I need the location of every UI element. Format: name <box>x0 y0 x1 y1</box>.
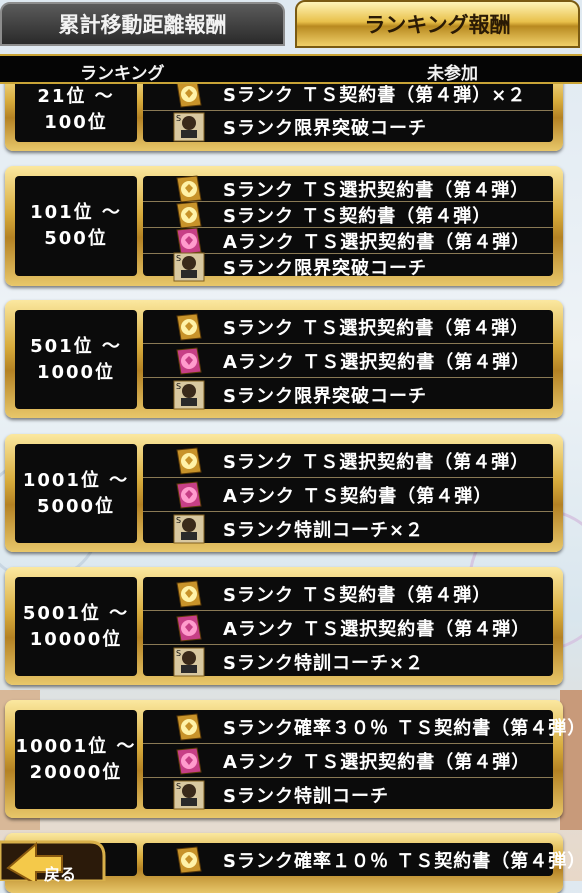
svg-text:S: S <box>176 649 181 658</box>
reward-item: Aランク ＴＳ契約書（第４弾） <box>143 478 553 512</box>
svg-text:S: S <box>176 382 181 391</box>
reward-list: Sランク確率１０％ ＴＳ契約書（第４弾） <box>143 843 582 876</box>
ranking-label: ランキング <box>80 64 165 84</box>
svg-text:S: S <box>176 254 181 263</box>
reward-name: Sランク確率１０％ ＴＳ契約書（第４弾） <box>223 850 582 872</box>
reward-item: Sランク ＴＳ選択契約書（第４弾） <box>143 444 553 478</box>
reward-item: S Sランク限界突破コーチ <box>143 252 553 282</box>
reward-item: S Sランク特訓コーチ <box>143 778 553 811</box>
reward-name: Sランク ＴＳ契約書（第４弾） <box>223 205 492 227</box>
reward-item: Sランク ＴＳ選択契約書（第４弾） <box>143 310 553 344</box>
coach-card-icon: S <box>173 647 205 677</box>
reward-list: Sランク確率３０％ ＴＳ契約書（第４弾） Aランク ＴＳ選択契約書（第４弾） S Sラ… <box>143 710 582 811</box>
reward-item: Sランク ＴＳ契約書（第４弾） <box>143 577 553 611</box>
reward-name: Sランク ＴＳ選択契約書（第４弾） <box>223 451 530 473</box>
reward-name: Aランク ＴＳ契約書（第４弾） <box>223 485 493 507</box>
pink-contract-icon <box>173 346 205 376</box>
reward-item: S Sランク限界突破コーチ <box>143 111 553 143</box>
svg-text:S: S <box>176 114 181 123</box>
coach-card-icon: S <box>173 514 205 544</box>
rank-range: 501位 〜 1000位 <box>15 310 137 409</box>
coach-card-icon: S <box>173 112 205 142</box>
reward-item: S Sランク特訓コーチ×２ <box>143 645 553 678</box>
coach-card-icon: S <box>173 780 205 810</box>
reward-list: Sランク ＴＳ契約書（第４弾）×２ S Sランク限界突破コーチ <box>143 78 553 142</box>
reward-item: Aランク ＴＳ選択契約書（第４弾） <box>143 744 553 778</box>
gold-contract-icon <box>173 579 205 609</box>
reward-name: Sランク限界突破コーチ <box>223 385 427 407</box>
rank-range: 101位 〜 500位 <box>15 176 137 276</box>
pink-contract-icon <box>173 480 205 510</box>
rank-range: 5001位 〜 10000位 <box>15 577 137 676</box>
reward-item: Sランク確率３０％ ＴＳ契約書（第４弾） <box>143 710 582 744</box>
reward-list: Sランク ＴＳ選択契約書（第４弾） Sランク ＴＳ契約書（第４弾） Aランク ＴＳ選… <box>143 174 553 282</box>
reward-name: Sランク限界突破コーチ <box>223 118 427 139</box>
reward-name: Sランク確率３０％ ＴＳ契約書（第４弾） <box>223 717 582 739</box>
ranking-header-bar: ランキング 未参加 <box>0 54 582 84</box>
reward-item: Aランク ＴＳ選択契約書（第４弾） <box>143 344 553 378</box>
reward-item: Sランク ＴＳ選択契約書（第４弾） <box>143 174 553 203</box>
reward-name: Sランク特訓コーチ×２ <box>223 519 425 541</box>
reward-item: S Sランク限界突破コーチ <box>143 378 553 411</box>
reward-name: Aランク ＴＳ選択契約書（第４弾） <box>223 751 531 773</box>
coach-card-icon: S <box>173 380 205 410</box>
reward-item: S Sランク特訓コーチ×２ <box>143 512 553 545</box>
gold-contract-icon <box>173 845 205 875</box>
reward-name: Sランク限界突破コーチ <box>223 257 427 279</box>
reward-name: Sランク ＴＳ選択契約書（第４弾） <box>223 317 530 339</box>
reward-name: Aランク ＴＳ選択契約書（第４弾） <box>223 231 531 253</box>
reward-item: Sランク ＴＳ契約書（第４弾） <box>143 200 553 229</box>
gold-contract-icon <box>173 312 205 342</box>
gold-contract-icon <box>173 446 205 476</box>
pink-contract-icon <box>173 746 205 776</box>
reward-name: Sランク特訓コーチ×２ <box>223 652 425 674</box>
rank-range: 21位 〜 100位 <box>15 78 137 142</box>
ranking-reward-list: 21位 〜 100位 Sランク ＴＳ契約書（第４弾）×２ S Sランク限界突破コーチ 1… <box>0 0 582 893</box>
reward-name: Aランク ＴＳ選択契約書（第４弾） <box>223 351 531 373</box>
reward-name: Sランク特訓コーチ <box>223 785 389 807</box>
back-button[interactable]: 戻る <box>0 828 108 886</box>
reward-name: Sランク ＴＳ選択契約書（第４弾） <box>223 179 530 201</box>
reward-tier-row: 1001位 〜 5000位 Sランク ＴＳ選択契約書（第４弾） Aランク ＴＳ契約書… <box>5 434 563 552</box>
svg-text:S: S <box>176 782 181 791</box>
reward-name: Sランク ＴＳ契約書（第４弾） <box>223 584 492 606</box>
reward-name: Aランク ＴＳ選択契約書（第４弾） <box>223 618 531 640</box>
reward-list: Sランク ＴＳ選択契約書（第４弾） Aランク ＴＳ契約書（第４弾） S Sランク特訓コ… <box>143 444 553 543</box>
reward-item: Sランク確率１０％ ＴＳ契約書（第４弾） <box>143 843 582 876</box>
pink-contract-icon <box>173 613 205 643</box>
reward-tier-row: 101位 〜 500位 Sランク ＴＳ選択契約書（第４弾） Sランク ＴＳ契約書（第… <box>5 166 563 286</box>
reward-tier-row: 501位 〜 1000位 Sランク ＴＳ選択契約書（第４弾） Aランク ＴＳ選択契約… <box>5 300 563 418</box>
reward-item: Aランク ＴＳ選択契約書（第４弾） <box>143 611 553 645</box>
back-button-label: 戻る <box>44 865 77 884</box>
svg-text:S: S <box>176 516 181 525</box>
gold-contract-icon <box>173 712 205 742</box>
reward-tier-row: 5001位 〜 10000位 Sランク ＴＳ契約書（第４弾） Aランク ＴＳ選択契約… <box>5 567 563 685</box>
coach-card-icon: S <box>173 252 205 282</box>
reward-item: Aランク ＴＳ選択契約書（第４弾） <box>143 226 553 255</box>
reward-list: Sランク ＴＳ選択契約書（第４弾） Aランク ＴＳ選択契約書（第４弾） S Sランク限… <box>143 310 553 409</box>
reward-tier-row: 10001位 〜 20000位 Sランク確率３０％ ＴＳ契約書（第４弾） Aランク … <box>5 700 582 818</box>
rank-range: 1001位 〜 5000位 <box>15 444 137 543</box>
rank-range: 10001位 〜 20000位 <box>15 710 137 809</box>
reward-list: Sランク ＴＳ契約書（第４弾） Aランク ＴＳ選択契約書（第４弾） S Sランク特訓コ… <box>143 577 553 676</box>
reward-name: Sランク ＴＳ契約書（第４弾）×２ <box>223 85 527 106</box>
participation-status: 未参加 <box>427 64 478 84</box>
